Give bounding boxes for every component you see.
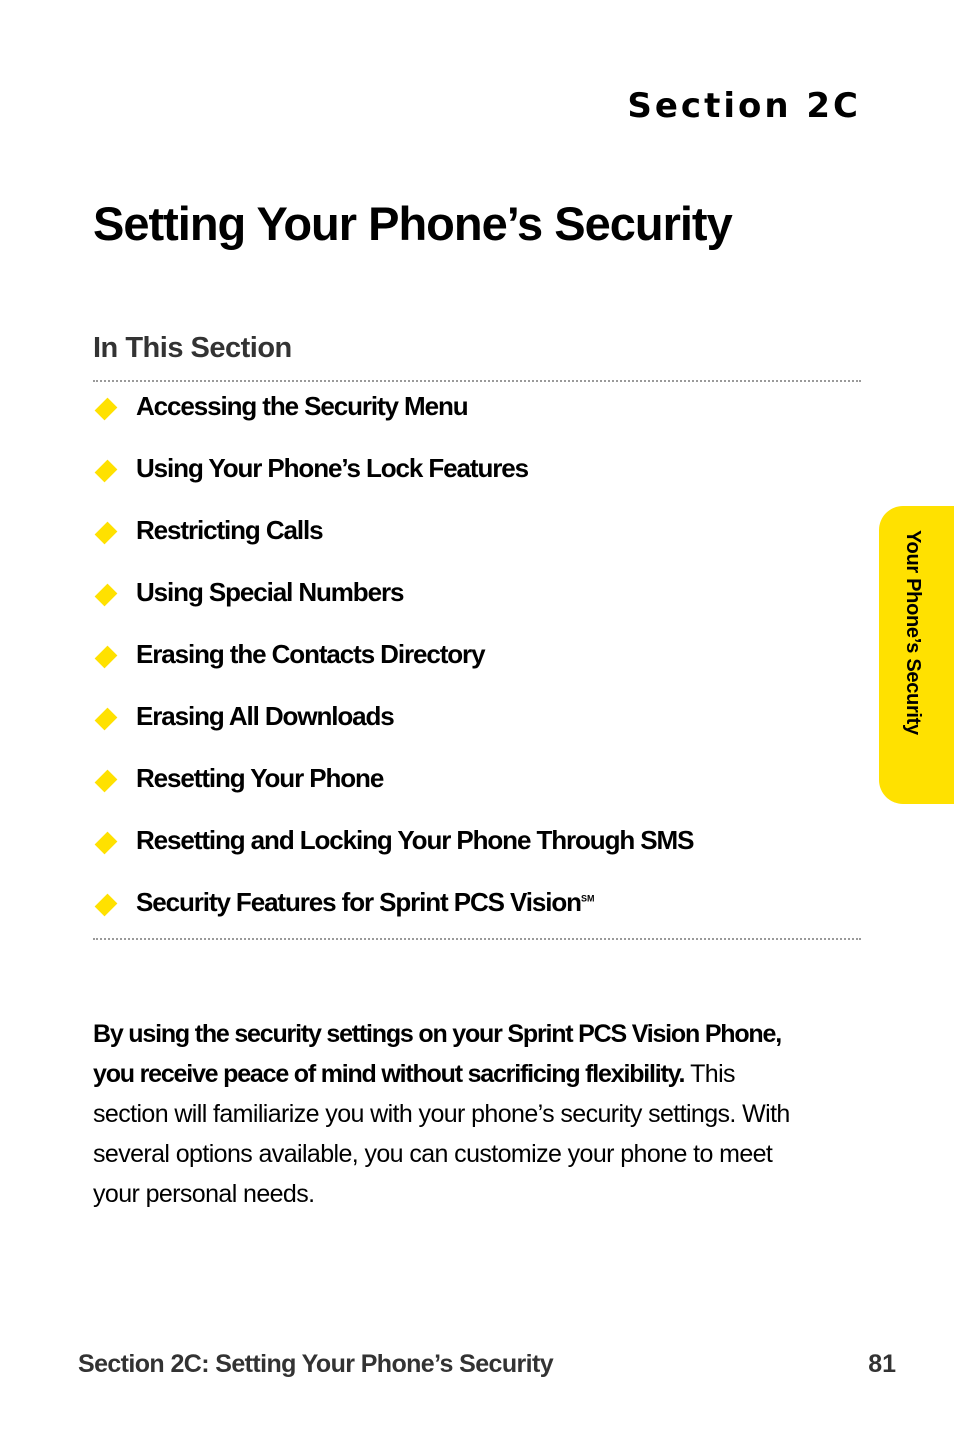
list-item-label: Erasing the Contacts Directory [136, 639, 486, 669]
list-item-label: Resetting Your Phone [136, 763, 384, 793]
list-item-text: Security Features for Sprint PCS Vision [136, 887, 582, 917]
diamond-bullet-icon [94, 521, 118, 545]
diamond-bullet-icon [94, 397, 118, 421]
list-item-label: Security Features for Sprint PCS VisionS… [136, 887, 595, 918]
diamond-bullet-icon [94, 831, 118, 855]
list-item-label: Resetting and Locking Your Phone Through… [136, 825, 694, 855]
diamond-bullet-icon [94, 583, 118, 607]
list-item: Erasing All Downloads [93, 701, 693, 764]
in-this-section-heading: In This Section [93, 332, 292, 364]
list-item: Resetting and Locking Your Phone Through… [93, 825, 694, 888]
page-title: Setting Your Phone’s Security [93, 197, 733, 250]
bottom-divider [93, 938, 861, 940]
list-item: Using Special Numbers [93, 577, 693, 640]
list-item: Erasing the Contacts Directory [93, 639, 693, 702]
list-item: Accessing the Security Menu [93, 391, 693, 454]
diamond-bullet-icon [94, 459, 118, 483]
list-item-label: Restricting Calls [136, 515, 324, 545]
side-tab-label: Your Phone’s Security [902, 530, 924, 735]
list-item: Security Features for Sprint PCS VisionS… [93, 887, 693, 950]
diamond-bullet-icon [94, 893, 118, 917]
service-mark: SM [580, 893, 595, 904]
list-item-label: Using Special Numbers [136, 577, 404, 607]
diamond-bullet-icon [94, 645, 118, 669]
diamond-bullet-icon [94, 769, 118, 793]
top-divider [93, 380, 861, 382]
section-label: Section 2C [627, 86, 861, 126]
list-item: Resetting Your Phone [93, 763, 693, 826]
intro-paragraph: By using the security settings on your S… [93, 1014, 813, 1214]
list-item: Using Your Phone’s Lock Features [93, 453, 693, 516]
footer-title: Section 2C: Setting Your Phone’s Securit… [78, 1350, 554, 1378]
list-item-label: Accessing the Security Menu [136, 391, 469, 421]
list-item: Restricting Calls [93, 515, 693, 578]
intro-bold-text: By using the security settings on your S… [93, 1020, 782, 1088]
diamond-bullet-icon [94, 707, 118, 731]
list-item-label: Using Your Phone’s Lock Features [136, 453, 529, 483]
side-tab: Your Phone’s Security [879, 506, 954, 804]
page-number: 81 [868, 1350, 896, 1378]
section-contents-list: Accessing the Security Menu Using Your P… [93, 391, 694, 950]
list-item-label: Erasing All Downloads [136, 701, 395, 731]
